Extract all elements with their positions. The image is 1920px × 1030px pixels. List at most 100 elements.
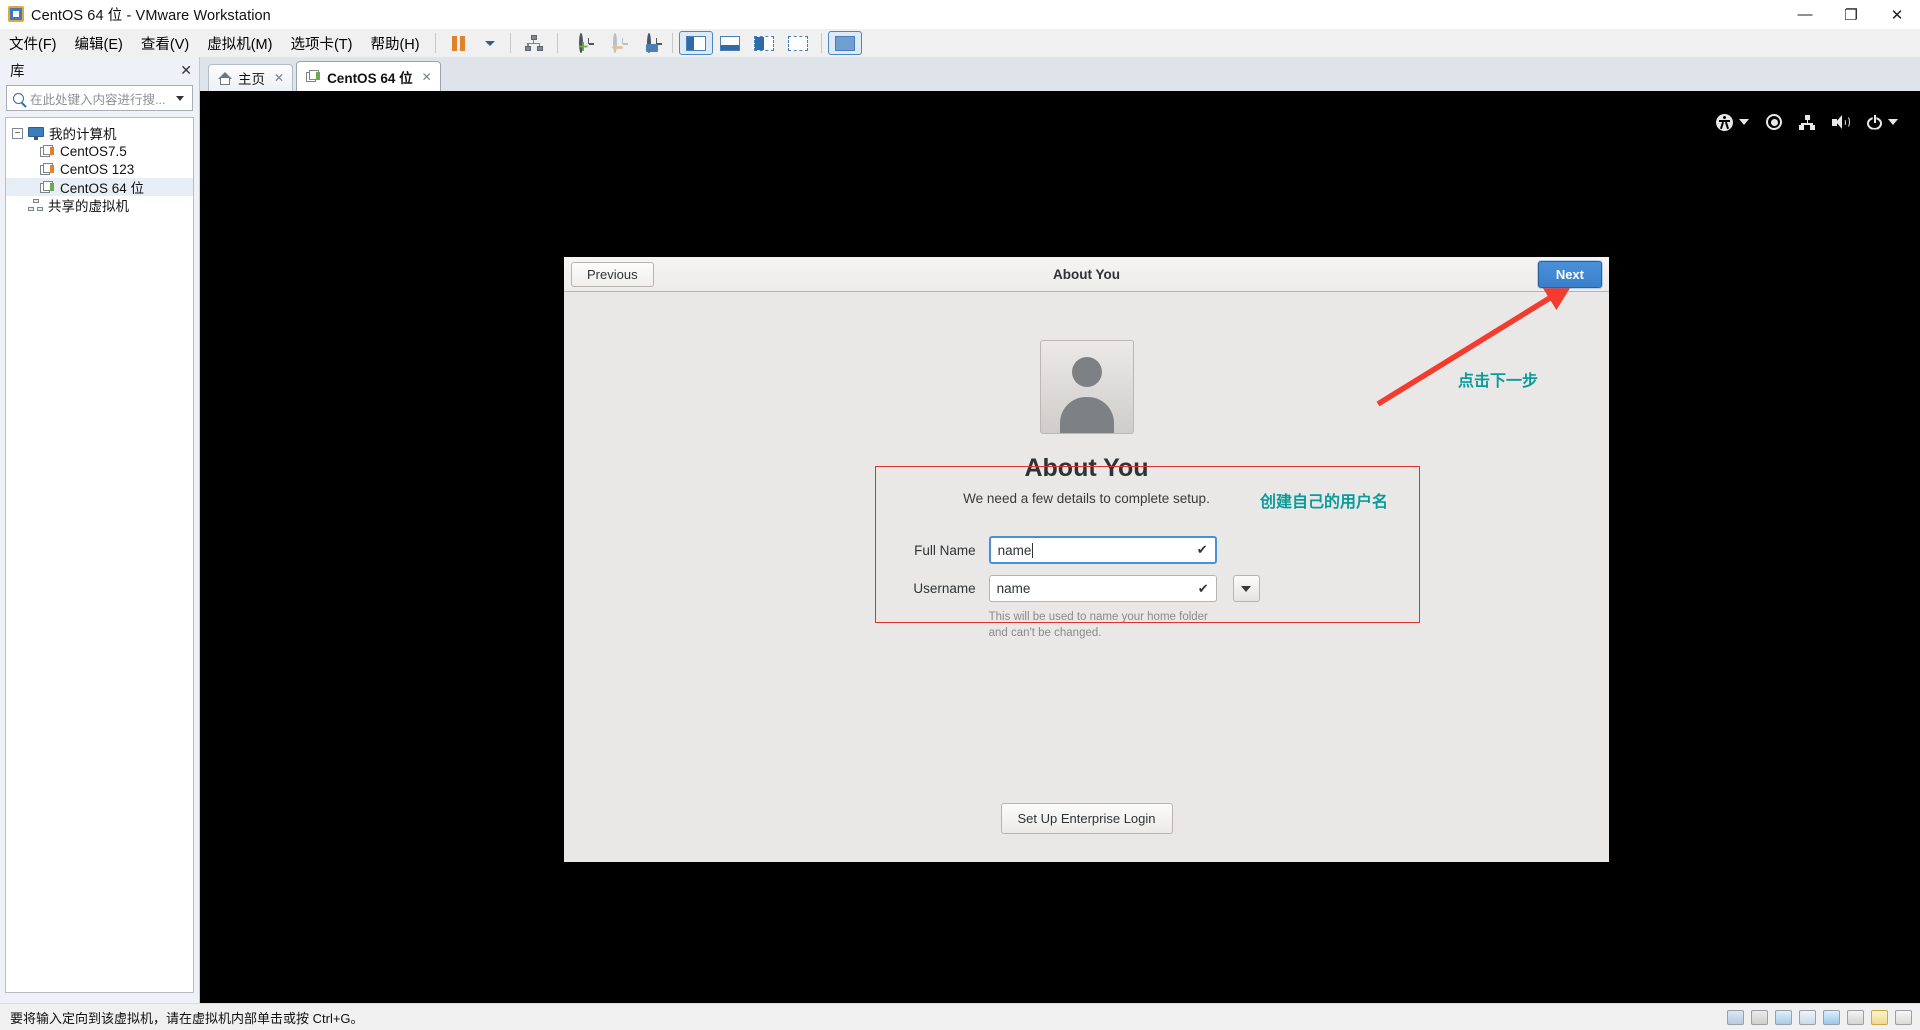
volume-icon[interactable] (1832, 114, 1850, 130)
gnome-initial-setup-window: Previous About You Next About You We nee… (564, 257, 1609, 862)
tab-close-icon[interactable]: ✕ (422, 70, 432, 84)
chevron-down-icon[interactable] (1888, 119, 1898, 125)
text-cursor (1032, 542, 1034, 558)
network-icon[interactable] (1799, 114, 1815, 130)
full-name-input[interactable]: name ✔ (988, 536, 1217, 564)
screen-record-icon[interactable] (1766, 114, 1782, 130)
fullscreen-pane-icon (787, 35, 808, 51)
gnome-top-bar (200, 91, 1920, 153)
manage-button[interactable] (517, 31, 551, 55)
title-bar: CentOS 64 位 - VMware Workstation — ❐ ✕ (0, 0, 1920, 29)
username-label: Username (913, 581, 976, 596)
left-pane-icon (685, 35, 706, 51)
device-tray (1727, 1009, 1912, 1025)
vm-icon (40, 144, 55, 158)
bottom-pane-icon (719, 35, 740, 51)
setup-header-bar: Previous About You Next (564, 257, 1609, 292)
next-button[interactable]: Next (1537, 260, 1602, 288)
menu-vm[interactable]: 虚拟机(M) (198, 30, 281, 57)
toolbar-separator (434, 33, 436, 53)
about-you-form: Full Name name ✔ Username name ✔ This wi… (564, 536, 1609, 641)
username-input[interactable]: name ✔ (988, 575, 1217, 602)
window-title: CentOS 64 位 - VMware Workstation (31, 7, 271, 24)
library-close-icon[interactable]: ✕ (180, 62, 192, 79)
cd-dvd-icon[interactable] (1751, 1009, 1768, 1025)
window-controls: — ❐ ✕ (1782, 0, 1920, 29)
page-subtitle: We need a few details to complete setup. (963, 491, 1210, 506)
username-hint: This will be used to name your home fold… (988, 611, 1208, 639)
chevron-down-icon[interactable] (1739, 119, 1749, 125)
snapshot-manager-button[interactable] (632, 31, 666, 55)
library-search-box[interactable]: 在此处键入内容进行搜... (6, 85, 193, 111)
shared-vms-icon (28, 198, 43, 212)
user-avatar-icon[interactable] (1039, 340, 1134, 434)
content-side: 主页 ✕ CentOS 64 位 ✕ Previous About You Ne… (200, 57, 1920, 1003)
printer-icon[interactable] (1871, 1009, 1888, 1025)
search-icon (13, 92, 24, 104)
power-icon (1867, 114, 1882, 130)
show-library-button[interactable] (678, 31, 713, 55)
username-dropdown-button[interactable] (1232, 575, 1260, 602)
username-value: name (996, 581, 1031, 596)
library-header: 库 ✕ (0, 57, 199, 83)
suspend-button[interactable] (442, 31, 476, 55)
tree-item-label: 我的计算机 (49, 127, 117, 142)
accessibility-menu[interactable] (1716, 113, 1749, 131)
tab-centos-64bit[interactable]: CentOS 64 位 ✕ (296, 61, 441, 91)
tab-close-icon[interactable]: ✕ (274, 71, 284, 85)
chevron-down-icon[interactable] (176, 95, 184, 101)
expander-icon[interactable]: − (12, 127, 23, 139)
maximize-button[interactable]: ❐ (1828, 0, 1874, 29)
usb-icon[interactable] (1823, 1009, 1840, 1025)
library-search-input[interactable]: 在此处键入内容进行搜... (30, 89, 170, 108)
power-dropdown-button[interactable] (476, 31, 504, 55)
unity-icon (834, 35, 855, 51)
tree-item-centos-64bit[interactable]: CentOS 64 位 (6, 178, 193, 196)
set-up-enterprise-login-button[interactable]: Set Up Enterprise Login (1000, 803, 1173, 834)
revert-snapshot-button[interactable] (598, 31, 632, 55)
tree-item-label: CentOS7.5 (60, 143, 127, 159)
floppy-icon[interactable] (1775, 1009, 1792, 1025)
show-thumbnail-bar-button[interactable] (713, 31, 747, 55)
library-panel: 库 ✕ 在此处键入内容进行搜... − 我的计算机 CentOS7.5 Cent… (0, 57, 200, 1003)
setup-body: About You We need a few details to compl… (564, 292, 1609, 862)
chevron-down-icon (1241, 585, 1252, 592)
sound-card-icon[interactable] (1847, 1009, 1864, 1025)
tab-home[interactable]: 主页 ✕ (208, 64, 294, 91)
menu-help[interactable]: 帮助(H) (361, 30, 428, 57)
library-tree: − 我的计算机 CentOS7.5 CentOS 123 CentOS 64 位 (5, 117, 194, 993)
menu-bar: 文件(F) 编辑(E) 查看(V) 虚拟机(M) 选项卡(T) 帮助(H) (0, 29, 1920, 57)
library-title: 库 (10, 63, 25, 80)
hard-disk-icon[interactable] (1727, 1009, 1744, 1025)
setup-header-title: About You (1053, 266, 1120, 282)
tab-strip: 主页 ✕ CentOS 64 位 ✕ (200, 57, 1920, 91)
tree-item-label: CentOS 123 (60, 161, 135, 177)
unity-mode-button[interactable] (827, 31, 862, 55)
vm-console[interactable]: Previous About You Next About You We nee… (200, 91, 1920, 1003)
show-full-screen-button[interactable] (781, 31, 815, 55)
tree-item-centos123[interactable]: CentOS 123 (6, 160, 193, 178)
annotation-username-note: 创建自己的用户名 (1260, 492, 1389, 511)
snapshot-add-icon (578, 33, 583, 53)
menu-view[interactable]: 查看(V) (132, 30, 198, 57)
toolbar-separator (820, 33, 822, 53)
accessibility-icon (1716, 113, 1733, 131)
network-adapter-icon[interactable] (1799, 1009, 1816, 1025)
previous-button[interactable]: Previous (571, 261, 654, 287)
split-pane-icon (753, 35, 774, 51)
tree-item-label: 共享的虚拟机 (48, 199, 129, 214)
vm-icon (40, 162, 55, 176)
menu-tabs[interactable]: 选项卡(T) (281, 30, 361, 57)
close-button[interactable]: ✕ (1874, 0, 1920, 29)
show-console-view-button[interactable] (747, 31, 781, 55)
tree-item-shared-vms[interactable]: 共享的虚拟机 (6, 196, 193, 214)
tree-item-centos75[interactable]: CentOS7.5 (6, 142, 193, 160)
take-snapshot-button[interactable] (564, 31, 598, 55)
display-icon[interactable] (1895, 1009, 1912, 1025)
menu-edit[interactable]: 编辑(E) (66, 30, 132, 57)
system-menu[interactable] (1867, 114, 1898, 130)
menu-file[interactable]: 文件(F) (0, 30, 66, 57)
tree-item-label: CentOS 64 位 (60, 181, 145, 196)
tree-item-my-computer[interactable]: − 我的计算机 (6, 124, 193, 142)
minimize-button[interactable]: — (1782, 0, 1828, 29)
